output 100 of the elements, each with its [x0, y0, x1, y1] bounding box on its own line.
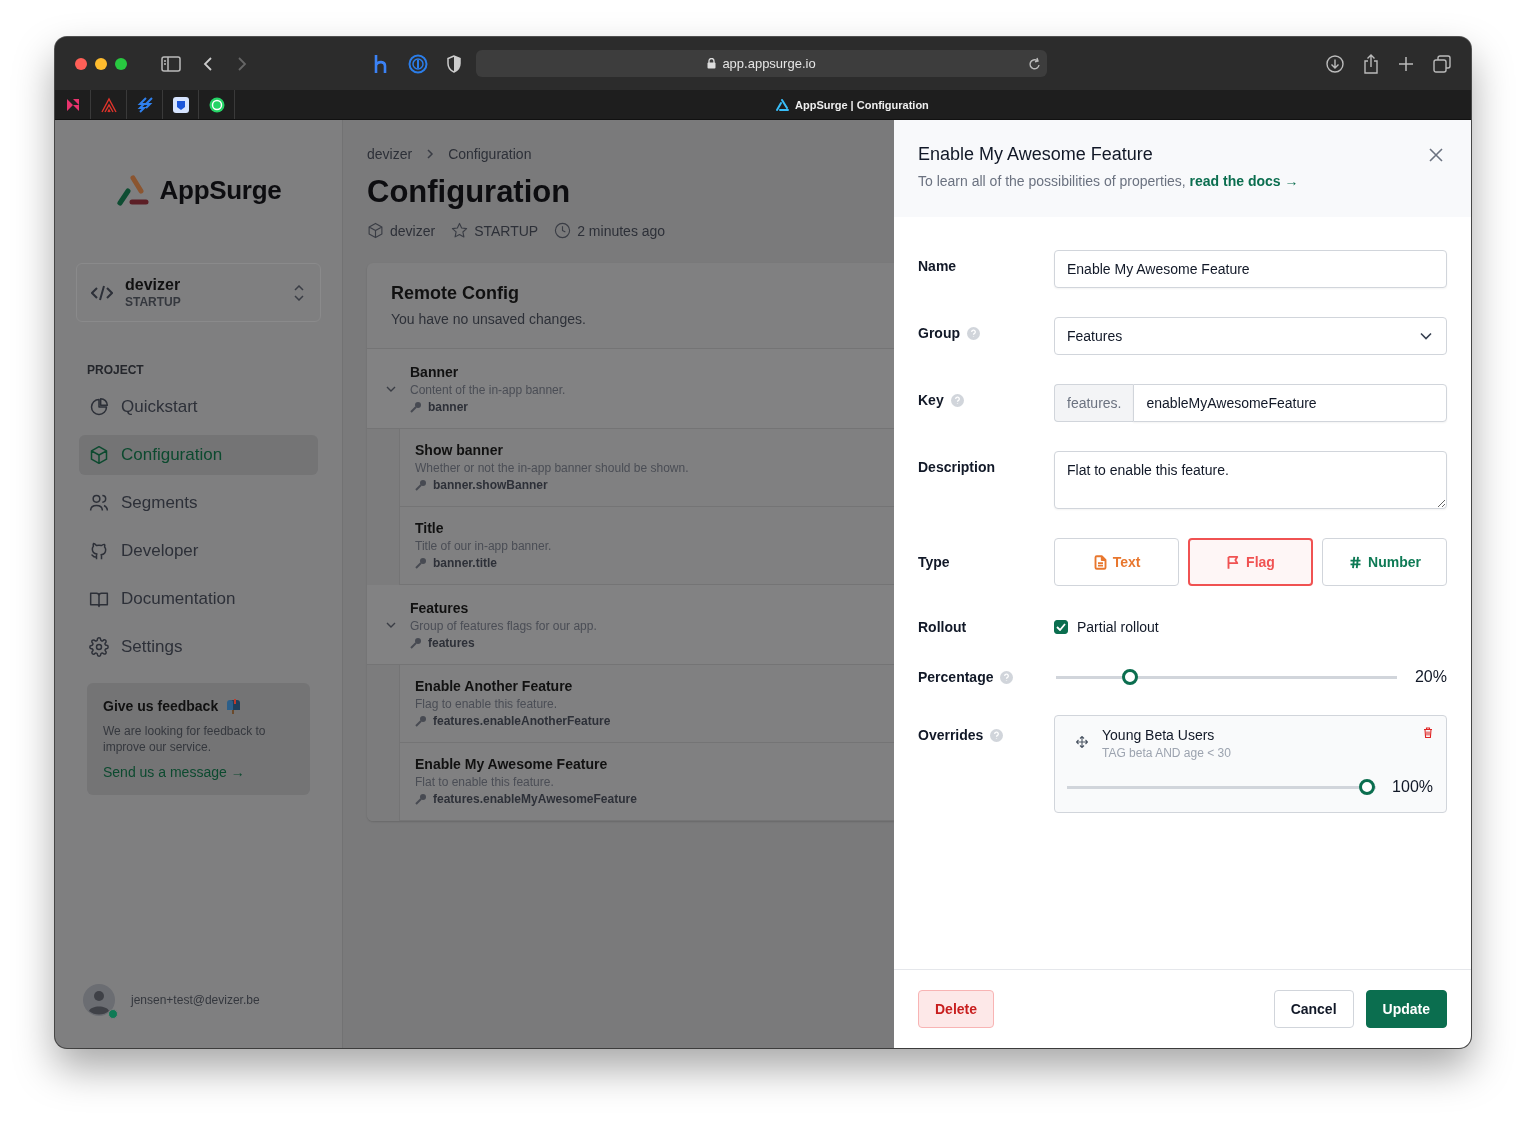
checkbox[interactable] [1054, 620, 1068, 634]
shield-icon[interactable] [446, 54, 462, 73]
breadcrumb-link[interactable]: devizer [367, 146, 413, 162]
star-icon [451, 222, 469, 239]
key-field[interactable]: enableMyAwesomeFeature [1133, 384, 1447, 422]
field-label: Description [918, 458, 996, 477]
name-field[interactable]: Enable My Awesome Feature [1054, 250, 1447, 288]
description-field[interactable]: Flat to enable this feature. [1054, 451, 1447, 509]
minimize-window-button[interactable] [95, 57, 107, 70]
address-bar[interactable]: app.appsurge.io [476, 50, 1047, 77]
percentage-value: 20% [1413, 668, 1447, 686]
delete-button[interactable]: Delete [918, 990, 995, 1028]
type-option[interactable]: Number [1322, 538, 1447, 586]
key-icon [410, 636, 422, 649]
url-text: app.appsurge.io [722, 56, 816, 71]
breadcrumb-link[interactable]: Configuration [448, 146, 532, 162]
field-label: Group [918, 324, 960, 341]
slider-thumb[interactable] [1359, 779, 1376, 795]
user-email: jensen+test@devizer.be [131, 993, 260, 1007]
nav-item[interactable]: Segments [79, 483, 318, 523]
field-label: Percentage [918, 669, 994, 685]
type-option[interactable]: Text [1054, 538, 1179, 586]
property-name: Enable My Awesome Feature [415, 756, 609, 772]
cube-icon [89, 445, 109, 465]
key-icon [415, 479, 427, 491]
key-text: banner [428, 399, 468, 414]
logo-icon [776, 98, 789, 111]
brand-name: AppSurge [159, 174, 282, 206]
meta-text: STARTUP [474, 222, 539, 239]
key-icon [410, 400, 422, 413]
key-text: banner.title [433, 556, 497, 570]
meta-text: devizer [390, 222, 436, 239]
plus-icon[interactable] [1398, 55, 1414, 72]
tabs-overview-icon[interactable] [1433, 54, 1451, 73]
clock-icon [554, 222, 572, 239]
chevron-right-icon [426, 148, 435, 160]
close-window-button[interactable] [75, 57, 87, 70]
meta-text: 2 minutes ago [577, 222, 666, 239]
field-label: Name [918, 257, 958, 276]
download-icon[interactable] [1326, 54, 1344, 73]
key-icon [415, 715, 427, 727]
group-select[interactable]: Features [1054, 317, 1447, 355]
update-button[interactable]: Update [1365, 990, 1447, 1028]
cancel-button[interactable]: Cancel [1273, 990, 1354, 1028]
book-icon [89, 589, 109, 609]
share-icon[interactable] [1363, 53, 1379, 74]
card-subtitle: You have no unsaved changes. [391, 311, 587, 327]
bookmark-icon[interactable] [208, 96, 225, 113]
property-name: Show banner [415, 442, 504, 458]
nav-item[interactable]: Quickstart [79, 387, 318, 427]
key-prefix: features. [1054, 384, 1134, 422]
slider-thumb[interactable] [1121, 669, 1138, 685]
people-icon [89, 493, 109, 513]
group-name: Features [410, 599, 470, 616]
field-label: Type [918, 554, 951, 570]
docs-link[interactable]: read the docs → [1189, 173, 1299, 189]
feedback-text: We are looking for feedback to improve our service. [103, 723, 267, 755]
field-label: Key [918, 391, 944, 408]
field-label: Overrides [918, 726, 984, 743]
checkbox-label: Partial rollout [1077, 619, 1159, 635]
code-icon [91, 284, 113, 301]
feedback-title: Give us feedback [103, 698, 219, 714]
password-icon[interactable] [408, 53, 428, 74]
key-text: features.enableAnotherFeature [433, 714, 611, 728]
reload-icon[interactable] [1028, 57, 1041, 71]
panel-title: Enable My Awesome Feature [918, 144, 1153, 165]
field-label: Rollout [918, 619, 968, 635]
section-label: PROJECT [87, 363, 145, 377]
pie-chart-icon [89, 397, 109, 417]
close-icon[interactable] [1429, 147, 1443, 162]
forward-icon[interactable] [237, 55, 247, 72]
bookmark-icon[interactable] [172, 96, 189, 113]
type-option[interactable]: Flag [1188, 538, 1313, 586]
override-name: Young Beta Users [1102, 727, 1216, 743]
avatar[interactable] [83, 984, 115, 1016]
property-name: Title [415, 520, 445, 536]
zoom-window-button[interactable] [115, 57, 127, 70]
back-icon[interactable] [203, 55, 213, 72]
browser-tab[interactable]: AppSurge | Configuration [776, 98, 929, 111]
nav-item[interactable]: Documentation [79, 579, 318, 619]
nav-item[interactable]: Developer [79, 531, 318, 571]
nav-item[interactable]: Settings [79, 627, 318, 667]
key-text: banner.showBanner [433, 478, 548, 492]
github-icon [89, 541, 109, 561]
property-name: Enable Another Feature [415, 678, 574, 694]
key-icon [415, 793, 427, 805]
card-title: Remote Config [391, 283, 520, 304]
key-icon [415, 557, 427, 569]
mailbox-icon [225, 698, 243, 714]
sidebar-toggle-icon[interactable] [161, 55, 181, 72]
workspace-switcher[interactable]: devizer STARTUP [76, 263, 321, 322]
up-down-caret-icon [294, 284, 304, 301]
key-text: features.enableMyAwesomeFeature [433, 792, 637, 806]
override-percentage: 100% [1392, 778, 1433, 796]
page-title: Configuration [367, 174, 572, 210]
trash-icon[interactable] [1423, 727, 1433, 738]
caret-icon [1420, 332, 1432, 340]
lock-icon [707, 58, 717, 69]
settings-icon [89, 637, 109, 657]
drag-handle-icon[interactable] [1076, 736, 1088, 748]
